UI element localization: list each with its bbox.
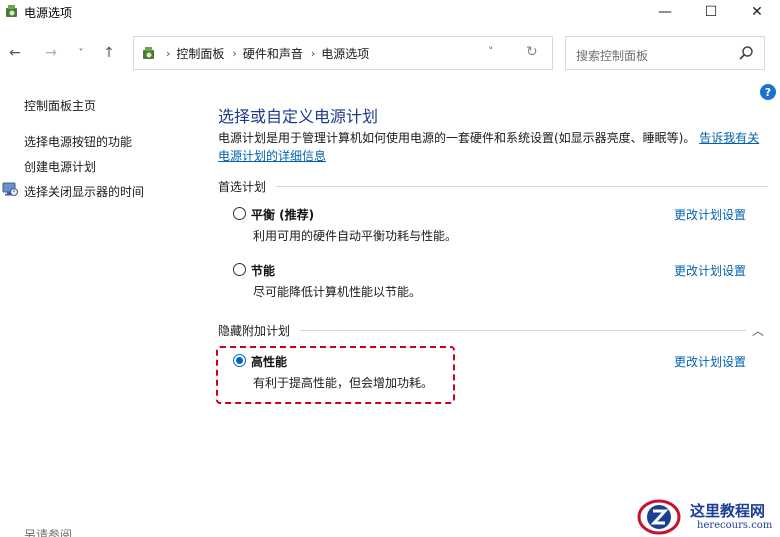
change-plan-settings-power-saver[interactable]: 更改计划设置 bbox=[674, 262, 746, 279]
sidebar-link-power-buttons[interactable]: 选择电源按钮的功能 bbox=[24, 133, 132, 150]
change-plan-settings-balanced[interactable]: 更改计划设置 bbox=[674, 206, 746, 223]
sidebar-link-control-panel-home[interactable]: 控制面板主页 bbox=[24, 97, 96, 114]
plan-name: 平衡 (推荐) bbox=[251, 208, 315, 222]
search-input[interactable]: 搜索控制面板 bbox=[576, 47, 648, 64]
description-text: 电源计划是用于管理计算机如何使用电源的一套硬件和系统设置(如显示器亮度、睡眠等)… bbox=[218, 131, 696, 145]
chevron-down-icon[interactable]: ˅ bbox=[488, 45, 494, 58]
plan-name: 节能 bbox=[251, 264, 276, 278]
search-box[interactable]: 搜索控制面板 bbox=[565, 36, 765, 70]
help-icon[interactable]: ? bbox=[760, 84, 776, 100]
up-button[interactable]: ↑ bbox=[98, 42, 120, 64]
page-title: 选择或自定义电源计划 bbox=[218, 107, 379, 126]
breadcrumb-power-options[interactable]: 电源选项 bbox=[321, 45, 369, 62]
close-button[interactable]: ✕ bbox=[734, 0, 780, 24]
breadcrumb-control-panel[interactable]: 控制面板 bbox=[176, 45, 224, 62]
breadcrumb-hardware-sound[interactable]: 硬件和声音 bbox=[243, 45, 303, 62]
breadcrumb-separator: › bbox=[232, 46, 237, 60]
monitor-clock-icon bbox=[2, 182, 18, 196]
chevron-up-icon[interactable]: ︿ bbox=[752, 322, 764, 339]
power-options-icon bbox=[6, 5, 17, 17]
hidden-plans-heading[interactable]: 隐藏附加计划 bbox=[218, 322, 290, 339]
search-icon[interactable] bbox=[738, 45, 754, 61]
watermark-title: 这里教程网 bbox=[690, 502, 766, 520]
divider bbox=[276, 186, 768, 187]
forward-button[interactable]: → bbox=[40, 42, 62, 64]
back-button[interactable]: ← bbox=[4, 42, 26, 64]
highlight-annotation bbox=[216, 346, 455, 404]
change-plan-settings-high-performance[interactable]: 更改计划设置 bbox=[674, 353, 746, 370]
refresh-icon[interactable]: ↻ bbox=[526, 44, 538, 60]
see-also-heading: 另请参阅 bbox=[24, 528, 73, 537]
watermark-url: herecours.com bbox=[697, 520, 773, 531]
maximize-button[interactable]: ☐ bbox=[688, 0, 734, 24]
sidebar-link-create-plan[interactable]: 创建电源计划 bbox=[24, 158, 96, 175]
page-description: 电源计划是用于管理计算机如何使用电源的一套硬件和系统设置(如显示器亮度、睡眠等)… bbox=[218, 129, 768, 165]
recent-locations-button[interactable]: ˅ bbox=[70, 42, 92, 64]
breadcrumb-separator: › bbox=[310, 46, 316, 60]
navigation-bar: ← → ˅ ↑ › 控制面板 › 硬件和声音 › 电源选项 ˅ ↻ 搜索控制面板 bbox=[0, 34, 780, 74]
control-panel-icon bbox=[143, 47, 154, 59]
title-bar: 电源选项 — ☐ ✕ bbox=[0, 0, 780, 26]
minimize-button[interactable]: — bbox=[642, 0, 688, 24]
radio-balanced[interactable] bbox=[233, 207, 246, 220]
watermark-logo-icon bbox=[637, 499, 681, 535]
preferred-plans-heading: 首选计划 bbox=[218, 180, 267, 194]
radio-power-saver[interactable] bbox=[233, 263, 246, 276]
plan-description: 利用可用的硬件自动平衡功耗与性能。 bbox=[253, 229, 458, 243]
breadcrumb-separator: › bbox=[166, 46, 171, 60]
window-title: 电源选项 bbox=[24, 6, 73, 20]
plan-description: 尽可能降低计算机性能以节能。 bbox=[253, 285, 422, 299]
address-bar[interactable]: › 控制面板 › 硬件和声音 › 电源选项 ˅ ↻ bbox=[133, 36, 553, 70]
sidebar-link-display-off-time[interactable]: 选择关闭显示器的时间 bbox=[24, 183, 144, 200]
divider bbox=[300, 330, 746, 331]
